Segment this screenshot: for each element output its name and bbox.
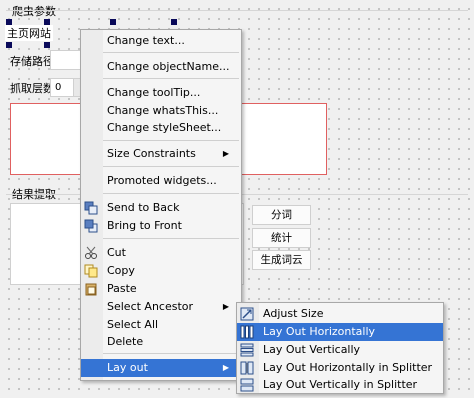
menu-item-promoted-widgets[interactable]: Promoted widgets... [81, 172, 241, 190]
cut-icon [84, 246, 98, 260]
selection-handle[interactable] [171, 19, 177, 25]
menu-item-label: Change whatsThis... [107, 104, 219, 117]
layout-vertical-icon [240, 343, 254, 357]
menu-item-change-text[interactable]: Change text... [81, 32, 241, 50]
send-to-back-icon [84, 201, 98, 215]
menu-separator [103, 78, 239, 79]
menu-item-label: Change styleSheet... [107, 121, 222, 134]
crawler-group-frame [6, 10, 468, 11]
menu-item-adjust-size[interactable]: Adjust Size [237, 305, 443, 323]
menu-item-label: Change objectName... [107, 60, 230, 73]
menu-item-send-to-back[interactable]: Send to Back [81, 199, 241, 217]
menu-item-label: Change text... [107, 34, 185, 47]
menu-item-copy[interactable]: Copy [81, 262, 241, 280]
menu-item-change-objectname[interactable]: Change objectName... [81, 58, 241, 76]
paste-icon [84, 282, 98, 296]
menu-item-label: Promoted widgets... [107, 174, 217, 187]
bring-to-front-icon [84, 219, 98, 233]
storage-label: 存储路径 [10, 55, 54, 68]
menu-item-label: Change toolTip... [107, 86, 201, 99]
crawler-group-title: 爬虫参数 [12, 5, 56, 18]
menu-item-label: Lay Out Vertically [263, 343, 361, 356]
menu-item-label: Select All [107, 318, 159, 331]
menu-item-select-all[interactable]: Select All [81, 316, 241, 334]
menu-item-label: Delete [107, 335, 144, 348]
menu-separator [103, 238, 239, 239]
copy-icon [84, 264, 98, 278]
menu-item-paste[interactable]: Paste [81, 280, 241, 298]
selection-handle[interactable] [44, 19, 50, 25]
depth-label: 抓取层数 [10, 82, 54, 95]
selection-handle[interactable] [6, 42, 12, 48]
menu-item-label: Paste [107, 282, 137, 295]
menu-item-layout-vertically-splitter[interactable]: Lay Out Vertically in Splitter [237, 376, 443, 394]
selection-handle[interactable] [44, 42, 50, 48]
menu-item-label: Copy [107, 264, 135, 277]
menu-separator [103, 193, 239, 194]
menu-item-layout-vertically[interactable]: Lay Out Vertically [237, 341, 443, 359]
menu-separator [103, 140, 239, 141]
menu-item-label: Bring to Front [107, 219, 182, 232]
menu-item-label: Lay out [107, 361, 148, 374]
splitter-vertical-icon [240, 378, 254, 392]
menu-item-label: Lay Out Horizontally in Splitter [263, 361, 433, 374]
selection-handle[interactable] [6, 19, 12, 25]
splitter-horizontal-icon [240, 361, 254, 375]
homepage-label[interactable]: 主页网站 [5, 25, 53, 41]
segment-button[interactable]: 分词 [252, 205, 311, 225]
menu-item-label: Cut [107, 246, 126, 259]
submenu-arrow-icon: ▶ [222, 149, 229, 158]
menu-separator [103, 166, 239, 167]
menu-item-size-constraints[interactable]: Size Constraints ▶ [81, 145, 241, 163]
layout-horizontal-icon [240, 325, 254, 339]
submenu-arrow-icon: ▶ [222, 302, 229, 311]
menu-separator [103, 353, 239, 354]
storage-path-input[interactable] [50, 50, 82, 70]
menu-item-label: Send to Back [107, 201, 180, 214]
layout-submenu: Adjust Size Lay Out Horizontally Lay Out… [236, 302, 444, 394]
selection-handle[interactable] [110, 19, 116, 25]
menu-item-change-tooltip[interactable]: Change toolTip... [81, 84, 241, 102]
menu-item-bring-to-front[interactable]: Bring to Front [81, 217, 241, 235]
wordcloud-button[interactable]: 生成词云 [252, 250, 311, 270]
context-menu: Change text... Change objectName... Chan… [80, 29, 242, 381]
menu-item-change-whatsthis[interactable]: Change whatsThis... [81, 102, 241, 120]
menu-separator [103, 52, 239, 53]
menu-item-select-ancestor[interactable]: Select Ancestor ▶ [81, 298, 241, 316]
menu-item-lay-out[interactable]: Lay out ▶ [81, 359, 241, 377]
statistics-button[interactable]: 统计 [252, 228, 311, 248]
submenu-arrow-icon: ▶ [222, 363, 229, 372]
menu-item-layout-horizontally[interactable]: Lay Out Horizontally [237, 323, 443, 341]
menu-item-label: Size Constraints [107, 147, 196, 160]
menu-item-cut[interactable]: Cut [81, 244, 241, 262]
menu-item-layout-horizontally-splitter[interactable]: Lay Out Horizontally in Splitter [237, 359, 443, 377]
menu-item-label: Lay Out Vertically in Splitter [263, 378, 418, 391]
menu-item-label: Adjust Size [263, 307, 324, 320]
menu-item-label: Lay Out Horizontally [263, 325, 376, 338]
menu-item-delete[interactable]: Delete [81, 333, 241, 351]
adjust-size-icon [240, 307, 254, 321]
menu-item-change-stylesheet[interactable]: Change styleSheet... [81, 119, 241, 137]
menu-item-label: Select Ancestor [107, 300, 194, 313]
